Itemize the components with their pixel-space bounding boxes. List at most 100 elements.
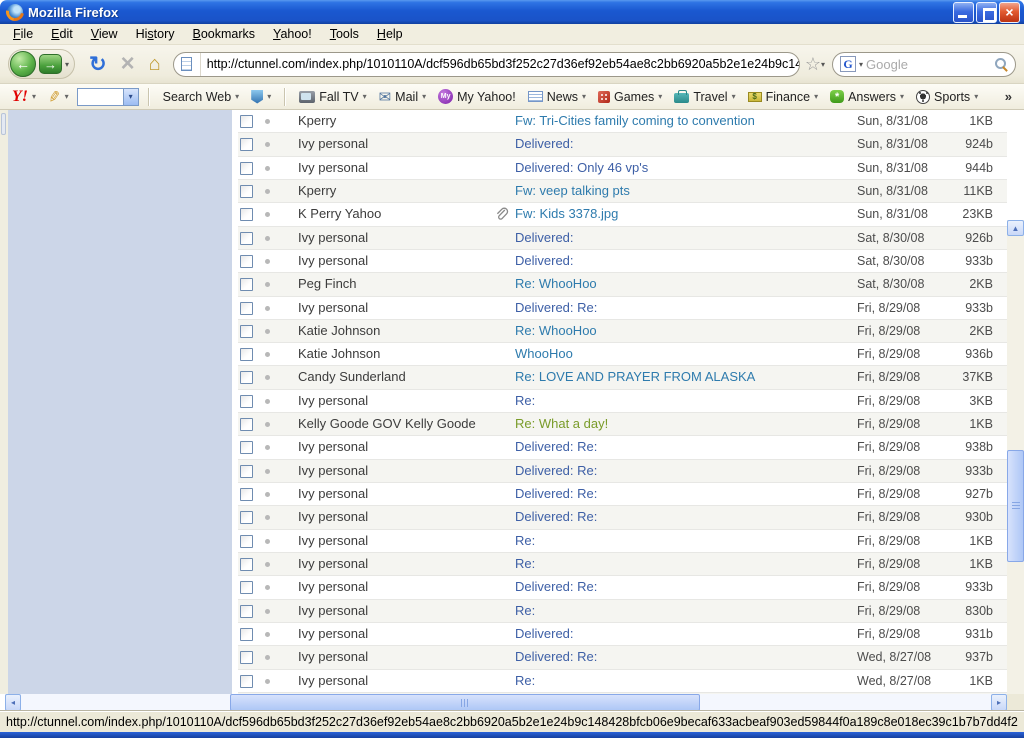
- email-subject-link[interactable]: Re:: [515, 673, 851, 688]
- email-subject-link[interactable]: Re:: [515, 533, 851, 548]
- vertical-scroll-thumb[interactable]: [1007, 450, 1024, 562]
- row-checkbox[interactable]: [240, 255, 253, 268]
- email-subject-link[interactable]: Re: What a day!: [515, 416, 851, 431]
- yahoo-item-pencil[interactable]: ▾: [44, 87, 73, 107]
- email-subject-link[interactable]: Delivered: Re:: [515, 509, 851, 524]
- row-checkbox[interactable]: [240, 441, 253, 454]
- chevron-down-icon[interactable]: ▾: [582, 92, 586, 101]
- mail-row[interactable]: Ivy personal Delivered: Sat, 8/30/08 926…: [238, 227, 1007, 250]
- reload-button[interactable]: ↻: [89, 52, 107, 77]
- mail-row[interactable]: Ivy personal Re: Fri, 8/29/08 1KB: [238, 530, 1007, 553]
- row-checkbox[interactable]: [240, 371, 253, 384]
- chevron-down-icon[interactable]: ▾: [32, 92, 36, 101]
- combo-dropdown-icon[interactable]: ▾: [123, 89, 138, 105]
- email-subject-link[interactable]: Delivered:: [515, 136, 851, 151]
- email-subject-link[interactable]: Delivered: Re:: [515, 439, 851, 454]
- restore-button[interactable]: [976, 2, 997, 23]
- splitter-handle-icon[interactable]: [1, 113, 6, 135]
- scroll-up-icon[interactable]: ▲: [1007, 220, 1024, 236]
- yahoo-item-mail[interactable]: Mail▾: [375, 87, 431, 107]
- row-checkbox[interactable]: [240, 628, 253, 641]
- chevron-down-icon[interactable]: ▾: [732, 92, 736, 101]
- row-checkbox[interactable]: [240, 605, 253, 618]
- yahoo-item-fall-tv[interactable]: Fall TV▾: [295, 89, 370, 105]
- row-checkbox[interactable]: [240, 558, 253, 571]
- bookmark-star-icon[interactable]: ☆: [805, 54, 821, 75]
- mail-row[interactable]: Kperry Fw: Tri-Cities family coming to c…: [238, 110, 1007, 133]
- row-checkbox[interactable]: [240, 302, 253, 315]
- chevron-down-icon[interactable]: ▾: [658, 92, 662, 101]
- row-checkbox[interactable]: [240, 465, 253, 478]
- chevron-down-icon[interactable]: ▾: [235, 92, 239, 101]
- mail-row[interactable]: Candy Sunderland Re: LOVE AND PRAYER FRO…: [238, 366, 1007, 389]
- chevron-down-icon[interactable]: ▾: [422, 92, 426, 101]
- row-checkbox[interactable]: [240, 278, 253, 291]
- mail-row[interactable]: Katie Johnson Re: WhooHoo Fri, 8/29/08 2…: [238, 320, 1007, 343]
- scroll-left-icon[interactable]: ◂: [5, 694, 21, 711]
- email-subject-link[interactable]: Delivered: Re:: [515, 649, 851, 664]
- email-subject-link[interactable]: Delivered:: [515, 230, 851, 245]
- menu-view[interactable]: View: [82, 25, 127, 43]
- yahoo-item-yahoo-logo[interactable]: ▾: [8, 87, 40, 107]
- chevron-down-icon[interactable]: ▾: [814, 92, 818, 101]
- mail-row[interactable]: Ivy personal Delivered: Re: Wed, 8/27/08…: [238, 646, 1007, 669]
- menu-tools[interactable]: Tools: [321, 25, 368, 43]
- email-subject-link[interactable]: Delivered: Re:: [515, 579, 851, 594]
- mail-row[interactable]: Ivy personal Delivered: Only 46 vp's Sun…: [238, 157, 1007, 180]
- mail-row[interactable]: Ivy personal Re: Fri, 8/29/08 1KB: [238, 553, 1007, 576]
- yahoo-search-combo[interactable]: ▾: [77, 88, 139, 106]
- history-dropdown-icon[interactable]: ▾: [65, 60, 69, 69]
- row-checkbox[interactable]: [240, 138, 253, 151]
- yahoo-item-sports[interactable]: Sports▾: [912, 89, 982, 105]
- toolbar-overflow-chevron-icon[interactable]: »: [1005, 89, 1016, 104]
- chevron-down-icon[interactable]: ▾: [900, 92, 904, 101]
- mail-row[interactable]: Ivy personal Delivered: Sat, 8/30/08 933…: [238, 250, 1007, 273]
- close-button[interactable]: ×: [999, 2, 1020, 23]
- mail-row[interactable]: Ivy personal Re: Wed, 8/27/08 1KB: [238, 670, 1007, 693]
- email-subject-link[interactable]: Delivered: Re:: [515, 463, 851, 478]
- address-url-text[interactable]: http://ctunnel.com/index.php/1010110A/dc…: [201, 57, 799, 71]
- row-checkbox[interactable]: [240, 581, 253, 594]
- mail-row[interactable]: K Perry Yahoo Fw: Kids 3378.jpg Sun, 8/3…: [238, 203, 1007, 226]
- row-checkbox[interactable]: [240, 185, 253, 198]
- mail-row[interactable]: Ivy personal Delivered: Sun, 8/31/08 924…: [238, 133, 1007, 156]
- yahoo-item-games[interactable]: Games▾: [594, 89, 666, 105]
- address-bar[interactable]: http://ctunnel.com/index.php/1010110A/dc…: [173, 52, 800, 77]
- email-subject-link[interactable]: Re: WhooHoo: [515, 323, 851, 338]
- email-subject-link[interactable]: Re: LOVE AND PRAYER FROM ALASKA: [515, 369, 851, 384]
- yahoo-item-finance[interactable]: $Finance▾: [744, 89, 823, 105]
- row-checkbox[interactable]: [240, 488, 253, 501]
- mail-row[interactable]: Ivy personal Delivered: Re: Fri, 8/29/08…: [238, 297, 1007, 320]
- email-subject-link[interactable]: Re: WhooHoo: [515, 276, 851, 291]
- yahoo-item-shield[interactable]: ▾: [247, 89, 275, 105]
- email-subject-link[interactable]: Re:: [515, 556, 851, 571]
- mail-row[interactable]: Kelly Goode GOV Kelly Goode Re: What a d…: [238, 413, 1007, 436]
- yahoo-item-travel[interactable]: Travel▾: [670, 89, 739, 105]
- mail-row[interactable]: Ivy personal Re: Fri, 8/29/08 830b: [238, 600, 1007, 623]
- chevron-down-icon[interactable]: ▾: [974, 92, 978, 101]
- row-checkbox[interactable]: [240, 535, 253, 548]
- search-icon[interactable]: [994, 57, 1008, 71]
- mail-row[interactable]: Ivy personal Delivered: Re: Fri, 8/29/08…: [238, 460, 1007, 483]
- back-button[interactable]: ←: [10, 51, 36, 77]
- row-checkbox[interactable]: [240, 395, 253, 408]
- row-checkbox[interactable]: [240, 675, 253, 688]
- row-checkbox[interactable]: [240, 418, 253, 431]
- menu-file[interactable]: File: [4, 25, 42, 43]
- menu-edit[interactable]: Edit: [42, 25, 82, 43]
- vertical-scrollbar[interactable]: ▲ ▼: [1007, 220, 1024, 694]
- search-engine-icon[interactable]: G: [840, 56, 856, 72]
- yahoo-item-news[interactable]: News▾: [524, 89, 590, 105]
- email-subject-link[interactable]: Fw: Kids 3378.jpg: [515, 206, 851, 221]
- chevron-down-icon[interactable]: ▾: [267, 92, 271, 101]
- search-input[interactable]: Google: [866, 57, 991, 72]
- row-checkbox[interactable]: [240, 651, 253, 664]
- yahoo-item-my-yahoo-[interactable]: MyMy Yahoo!: [434, 88, 520, 105]
- bookmark-dropdown-icon[interactable]: ▾: [821, 60, 825, 69]
- mail-row[interactable]: Kperry Fw: veep talking pts Sun, 8/31/08…: [238, 180, 1007, 203]
- email-subject-link[interactable]: Re:: [515, 393, 851, 408]
- mail-row[interactable]: Ivy personal Delivered: Fri, 8/29/08 931…: [238, 623, 1007, 646]
- minimize-button[interactable]: [953, 2, 974, 23]
- menu-bookmarks[interactable]: Bookmarks: [184, 25, 265, 43]
- forward-button[interactable]: →: [39, 54, 62, 74]
